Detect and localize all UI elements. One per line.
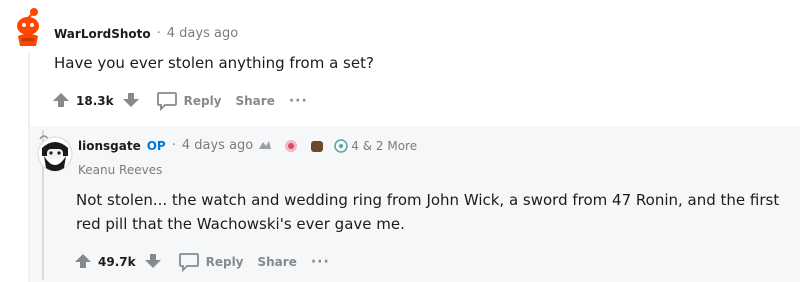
meta-separator: · <box>156 26 161 41</box>
snoo-avatar-icon[interactable] <box>10 6 46 48</box>
reply-button[interactable]: Reply <box>178 252 244 272</box>
share-button[interactable]: Share <box>258 255 297 269</box>
vote-count: 18.3k <box>76 94 114 108</box>
reply-time[interactable]: 4 days ago <box>182 138 253 153</box>
more-options-button[interactable]: ··· <box>289 93 308 109</box>
award-icon[interactable] <box>283 139 299 153</box>
comment-bubble-icon <box>178 253 199 272</box>
reply-username[interactable]: lionsgate <box>78 139 141 153</box>
vote-count: 49.7k <box>98 255 136 269</box>
award-icon[interactable] <box>309 139 325 153</box>
reply-body-line: red pill that the Wachowski's ever gave … <box>76 215 405 233</box>
op-badge: OP <box>146 138 166 153</box>
upvote-icon[interactable] <box>52 92 70 111</box>
reply-label: Reply <box>205 255 244 269</box>
awards-more[interactable]: 4 & 2 More <box>351 139 417 153</box>
downvote-icon[interactable] <box>122 92 140 111</box>
share-label: Share <box>235 94 275 108</box>
downvote-icon[interactable] <box>144 253 162 272</box>
share-button[interactable]: Share <box>236 94 275 108</box>
upvote-icon[interactable] <box>74 253 92 272</box>
reply-body: Not stolen... the watch and wedding ring… <box>76 188 779 236</box>
bearded-avatar-icon[interactable] <box>36 134 74 174</box>
comment-body: Have you ever stolen anything from a set… <box>54 54 374 72</box>
comment-time[interactable]: 4 days ago <box>167 26 238 41</box>
share-label: Share <box>257 255 297 269</box>
award-icon[interactable] <box>257 139 273 153</box>
reply-button[interactable]: Reply <box>156 91 222 111</box>
reply-label: Reply <box>183 94 222 108</box>
reply-body-line: Not stolen... the watch and wedding ring… <box>76 191 780 209</box>
reply-meta: lionsgate OP · 4 days ago 4 & 2 More <box>78 138 417 153</box>
more-options-button[interactable]: ··· <box>311 254 330 270</box>
reply-actions: 49.7k Reply Share ··· <box>74 252 330 272</box>
comment-username[interactable]: WarLordShoto <box>54 27 151 41</box>
award-icon[interactable] <box>333 138 349 153</box>
user-flair: Keanu Reeves <box>78 163 163 177</box>
meta-separator: · <box>171 138 176 153</box>
comment-actions: 18.3k Reply Share ··· <box>52 91 308 111</box>
comment-bubble-icon <box>156 92 177 111</box>
comment-meta: WarLordShoto · 4 days ago <box>54 26 238 41</box>
